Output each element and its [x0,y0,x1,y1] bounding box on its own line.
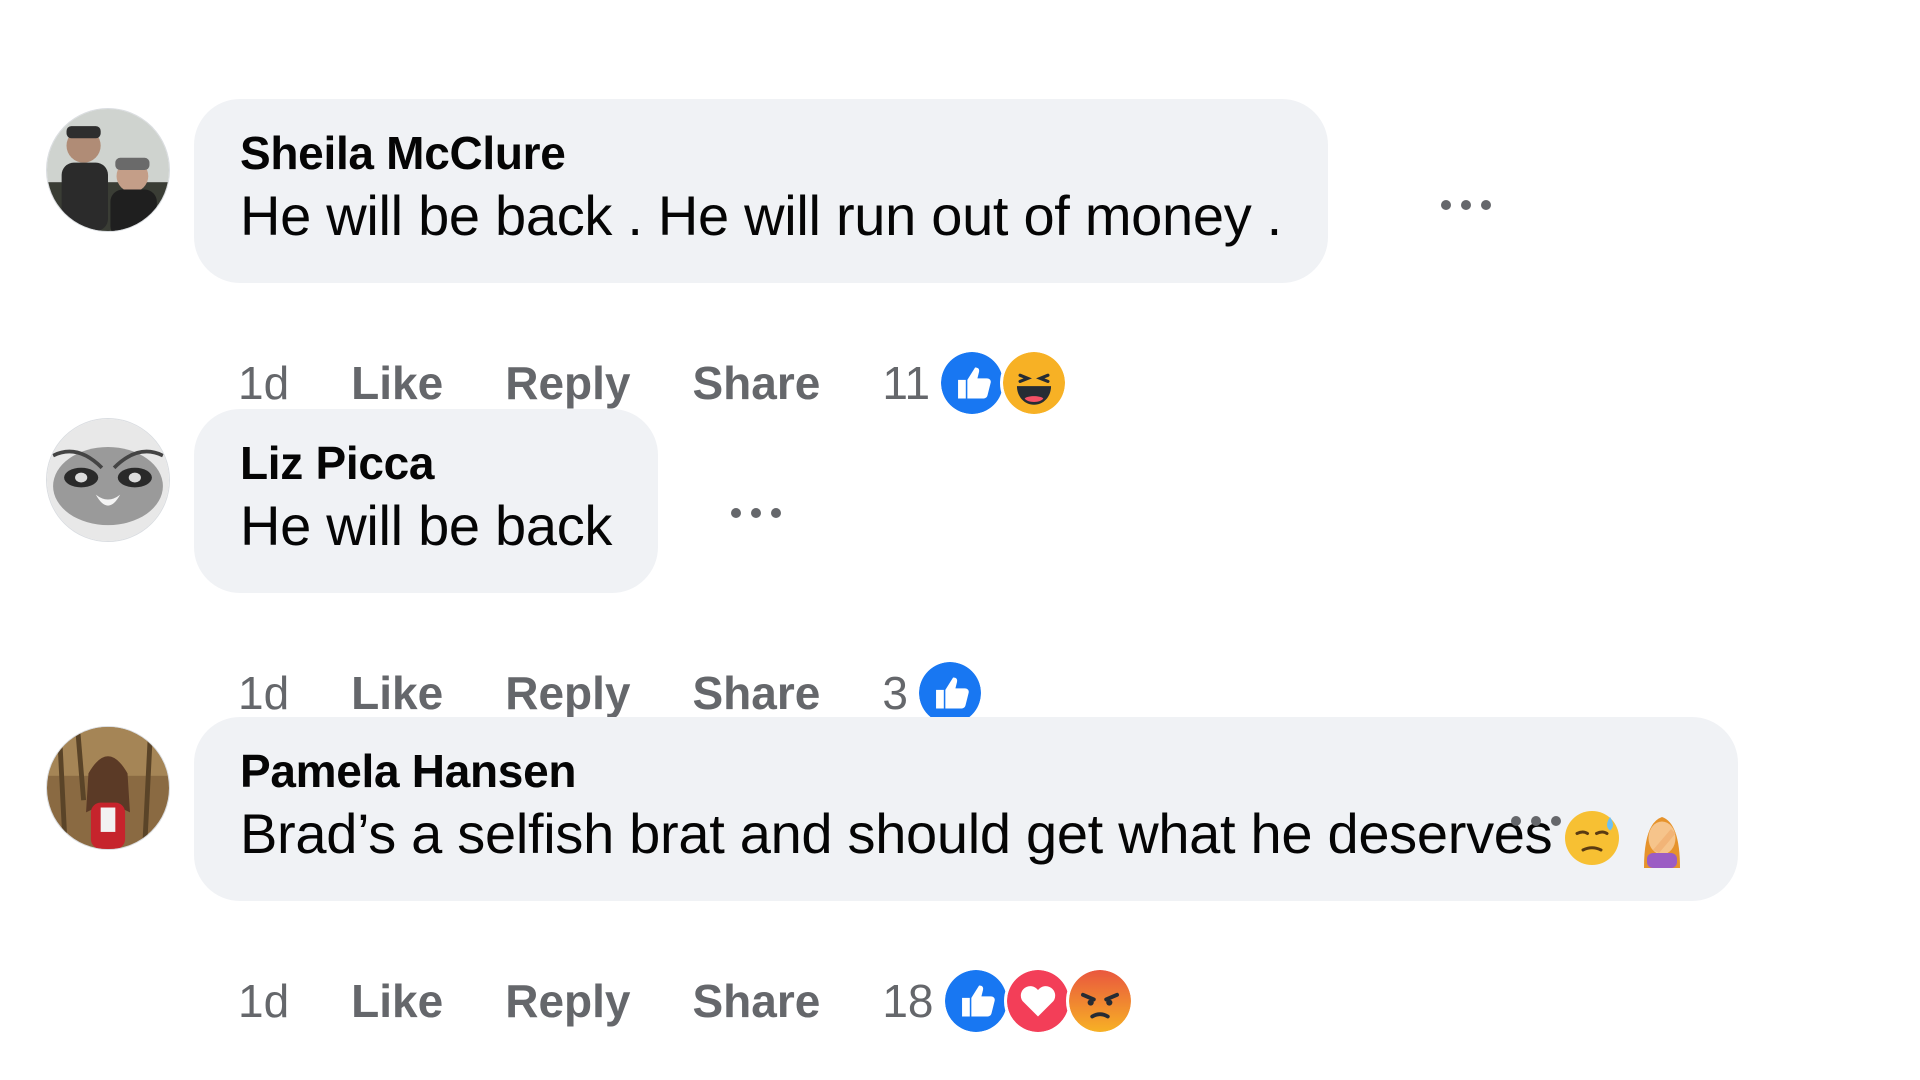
avatar[interactable] [46,418,170,542]
reply-button[interactable]: Reply [505,974,630,1028]
more-options-icon[interactable] [1436,190,1496,220]
comment-bubble: Liz Picca He will be back [194,409,659,593]
avatar[interactable] [46,108,170,232]
avatar-photo [47,727,169,849]
more-options-icon[interactable] [726,498,786,528]
reaction-count: 18 [882,975,934,1027]
comment-actions: 1d Like Reply Share 11 [238,348,1069,418]
comment-author[interactable]: Liz Picca [240,435,612,491]
comment-text: Brad’s a selfish brat and should get wha… [240,799,1692,869]
comment-author[interactable]: Sheila McClure [240,125,1282,181]
comment-timestamp[interactable]: 1d [238,356,289,410]
avatar[interactable] [46,726,170,850]
sweat-smile-face-emoji [1562,808,1622,868]
comment-author[interactable]: Pamela Hansen [240,743,1692,799]
share-button[interactable]: Share [692,666,820,720]
reaction-count: 3 [882,667,908,719]
share-button[interactable]: Share [692,974,820,1028]
avatar-photo [47,419,169,541]
like-icon [941,967,1010,1035]
like-button[interactable]: Like [351,666,443,720]
like-button[interactable]: Like [351,974,443,1028]
comment-timestamp[interactable]: 1d [238,666,289,720]
reply-button[interactable]: Reply [505,666,630,720]
comment-bubble: Sheila McClure He will be back . He will… [194,99,1328,283]
more-options-icon[interactable] [1506,806,1566,836]
reactions-summary[interactable]: 11 [882,349,1069,417]
reply-button[interactable]: Reply [505,356,630,410]
comment-timestamp[interactable]: 1d [238,974,289,1028]
angry-icon [1065,967,1134,1035]
reaction-count: 11 [882,357,931,409]
like-icon [938,349,1007,417]
love-icon [1003,967,1072,1035]
like-button[interactable]: Like [351,356,443,410]
facepalm-woman-emoji [1632,808,1692,869]
comment-text: He will be back . He will run out of mon… [240,184,1282,247]
comment-actions: 1d Like Reply Share 18 [238,966,1134,1036]
reactions-summary[interactable]: 18 [882,967,1134,1035]
comment-text: He will be back [240,494,613,557]
share-button[interactable]: Share [692,356,820,410]
comment-text-content: Brad’s a selfish brat and should get wha… [240,802,1553,865]
haha-icon [1000,349,1069,417]
avatar-photo [47,109,169,231]
